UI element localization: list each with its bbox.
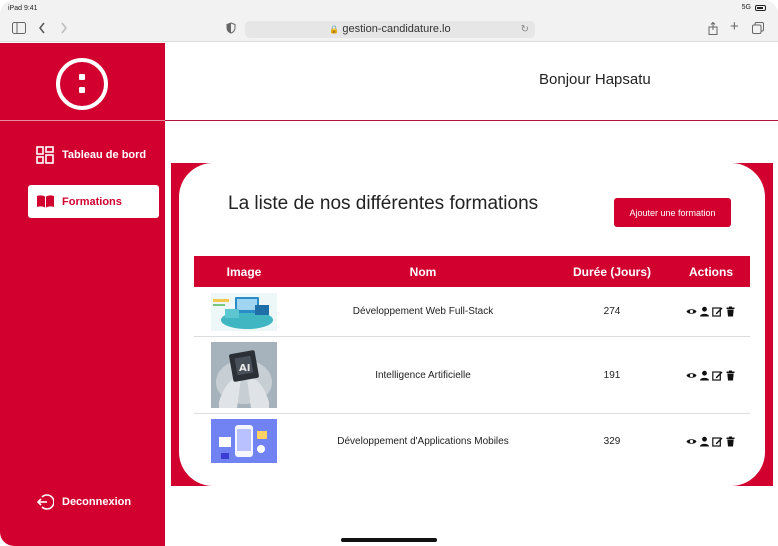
edit-icon[interactable] — [712, 306, 723, 317]
edit-icon[interactable] — [712, 436, 723, 447]
ipad-frame: iPad 9:41 5G 🔒 gestion-candidature.lo ↻ + — [0, 0, 778, 546]
row-actions — [672, 306, 750, 317]
edit-icon[interactable] — [712, 370, 723, 381]
logout-label: Deconnexion — [62, 495, 132, 508]
address-bar[interactable]: 🔒 gestion-candidature.lo ↻ — [245, 21, 535, 38]
row-actions — [672, 436, 750, 447]
formation-duration: 329 — [603, 435, 621, 447]
formation-duration: 191 — [603, 369, 621, 381]
app-logo[interactable] — [56, 58, 108, 110]
forward-icon[interactable] — [60, 22, 68, 38]
page-title: La liste de nos différentes formations — [228, 193, 539, 214]
status-bar: iPad 9:41 5G — [0, 0, 778, 18]
table-row: AI Intelligence Artificielle 191 — [194, 337, 750, 414]
column-header-image[interactable]: Image — [194, 265, 294, 279]
formation-name: Intelligence Artificielle — [375, 369, 471, 381]
add-formation-button[interactable]: Ajouter une formation — [614, 198, 731, 227]
row-actions — [672, 370, 750, 381]
signal-label: 5G — [741, 4, 751, 11]
sidebar-toggle-icon[interactable] — [12, 22, 26, 38]
formation-thumbnail — [211, 292, 277, 331]
tabs-overview-icon[interactable] — [752, 22, 764, 38]
sidebar: Tableau de bord Formations Deconnexion — [0, 43, 165, 546]
new-tab-icon[interactable]: + — [730, 19, 739, 35]
svg-text:AI: AI — [239, 363, 250, 374]
logout-button[interactable]: Deconnexion — [28, 485, 159, 518]
formations-table: Image Nom Durée (Jours) Actions Développ… — [194, 256, 750, 468]
sidebar-item-label: Formations — [62, 195, 122, 208]
back-icon[interactable] — [38, 22, 46, 38]
column-header-nom[interactable]: Nom — [294, 265, 552, 279]
dashboard-grid-icon — [35, 145, 55, 164]
view-eye-icon[interactable] — [686, 306, 697, 317]
delete-trash-icon[interactable] — [725, 306, 736, 317]
home-indicator[interactable] — [341, 538, 437, 542]
sidebar-divider — [0, 120, 165, 121]
user-icon[interactable] — [699, 436, 710, 447]
column-header-actions: Actions — [688, 264, 733, 279]
column-header-duree[interactable]: Durée (Jours) — [552, 265, 672, 279]
formation-thumbnail — [211, 419, 277, 463]
top-header: Bonjour Hapsatu — [165, 43, 778, 121]
url-text: gestion-candidature.lo — [342, 23, 451, 35]
lock-icon: 🔒 — [329, 25, 340, 34]
view-eye-icon[interactable] — [686, 436, 697, 447]
greeting-text: Bonjour Hapsatu — [539, 71, 651, 88]
delete-trash-icon[interactable] — [725, 436, 736, 447]
formation-thumbnail: AI — [211, 342, 277, 408]
delete-trash-icon[interactable] — [725, 370, 736, 381]
battery-icon — [755, 4, 766, 11]
formation-name: Développement d'Applications Mobiles — [337, 435, 509, 447]
formation-duration: 274 — [603, 306, 621, 317]
privacy-shield-icon[interactable] — [226, 22, 236, 38]
table-row: Développement Web Full-Stack 274 — [194, 287, 750, 337]
formation-name: Développement Web Full-Stack — [352, 306, 494, 317]
sidebar-item-label: Tableau de bord — [62, 148, 147, 161]
status-time: iPad 9:41 — [8, 5, 38, 12]
user-icon[interactable] — [699, 370, 710, 381]
table-header: Image Nom Durée (Jours) Actions — [194, 256, 750, 287]
share-icon[interactable] — [708, 21, 718, 39]
formations-card: La liste de nos différentes formations A… — [179, 163, 765, 486]
book-icon — [35, 193, 55, 211]
user-icon[interactable] — [699, 306, 710, 317]
view-eye-icon[interactable] — [686, 370, 697, 381]
logout-icon — [35, 493, 55, 511]
sidebar-item-formations[interactable]: Formations — [28, 185, 159, 218]
table-row: Développement d'Applications Mobiles 329 — [194, 414, 750, 468]
browser-toolbar: 🔒 gestion-candidature.lo ↻ + — [0, 18, 778, 42]
reload-icon[interactable]: ↻ — [521, 21, 529, 38]
sidebar-item-dashboard[interactable]: Tableau de bord — [28, 138, 159, 171]
